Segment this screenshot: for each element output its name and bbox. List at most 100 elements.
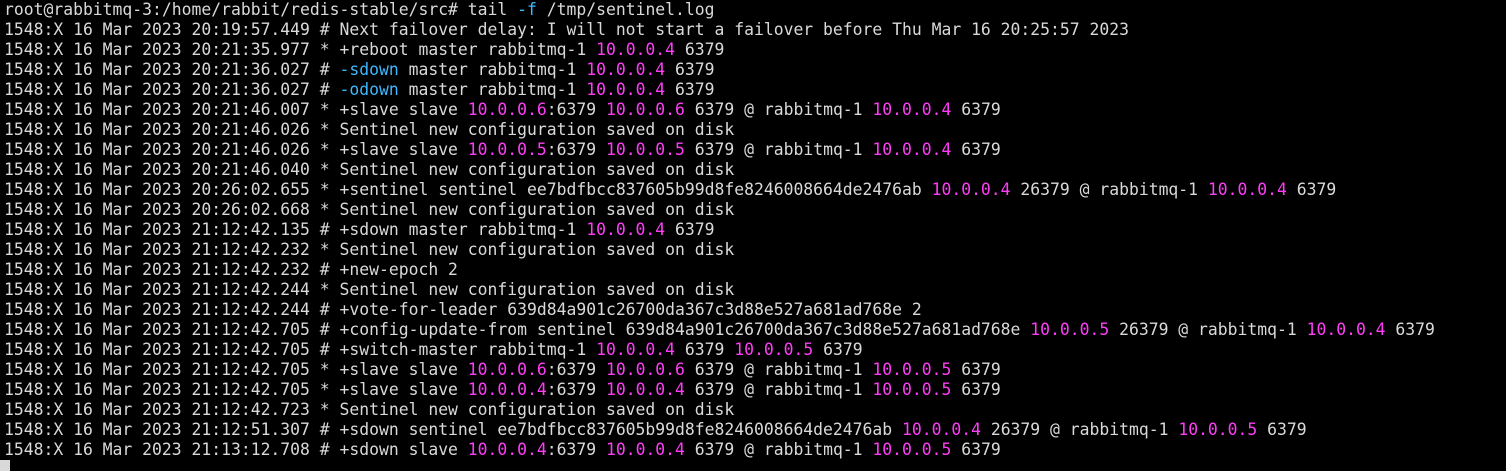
log-line: 1548:X 16 Mar 2023 20:26:02.668 * Sentin… bbox=[4, 200, 1506, 220]
ip-address: 10.0.0.5 bbox=[1030, 320, 1110, 339]
log-line: 1548:X 16 Mar 2023 21:12:42.244 # +vote-… bbox=[4, 300, 1506, 320]
ip-address: 10.0.0.5 bbox=[1178, 420, 1258, 439]
log-line: 1548:X 16 Mar 2023 21:12:42.705 * +slave… bbox=[4, 360, 1506, 380]
ip-address: 10.0.0.6 bbox=[605, 100, 685, 119]
text-segment: 6379 bbox=[951, 360, 1001, 379]
text-segment: 1548:X 16 Mar 2023 21:12:42.244 # +vote-… bbox=[4, 300, 922, 319]
text-segment: 1548:X 16 Mar 2023 21:13:12.708 # +sdown… bbox=[4, 440, 468, 459]
ip-address: 10.0.0.5 bbox=[872, 380, 952, 399]
log-line: 1548:X 16 Mar 2023 20:19:57.449 # Next f… bbox=[4, 20, 1506, 40]
text-segment: 6379 bbox=[665, 80, 715, 99]
log-line: 1548:X 16 Mar 2023 20:21:36.027 # -odown… bbox=[4, 80, 1506, 100]
text-segment: :6379 bbox=[546, 100, 606, 119]
log-line: 1548:X 16 Mar 2023 20:21:35.977 * +reboo… bbox=[4, 40, 1506, 60]
text-segment: 6379 bbox=[1286, 180, 1337, 199]
ip-address: 10.0.0.4 bbox=[1306, 320, 1386, 339]
ip-address: 10.0.0.6 bbox=[605, 360, 685, 379]
text-segment: 1548:X 16 Mar 2023 21:12:42.705 * +slave… bbox=[4, 380, 468, 399]
text-segment: 6379 @ rabbitmq-1 bbox=[684, 360, 873, 379]
text-segment: 6379 bbox=[951, 440, 1001, 459]
text-segment: 26379 @ rabbitmq-1 bbox=[1010, 180, 1208, 199]
text-segment: 1548:X 16 Mar 2023 20:26:02.655 * +senti… bbox=[4, 180, 932, 199]
text-segment: 1548:X 16 Mar 2023 21:12:42.723 * Sentin… bbox=[4, 400, 735, 419]
log-line: 1548:X 16 Mar 2023 20:21:36.027 # -sdown… bbox=[4, 60, 1506, 80]
text-segment: master rabbitmq-1 bbox=[398, 60, 587, 79]
text-segment: 26379 @ rabbitmq-1 bbox=[1109, 320, 1307, 339]
ip-address: 10.0.0.4 bbox=[596, 340, 676, 359]
ip-address: 10.0.0.6 bbox=[467, 360, 547, 379]
text-segment: 6379 @ rabbitmq-1 bbox=[684, 440, 873, 459]
text-segment: 1548:X 16 Mar 2023 21:12:42.135 # +sdown… bbox=[4, 220, 587, 239]
log-line: 1548:X 16 Mar 2023 21:12:42.723 * Sentin… bbox=[4, 400, 1506, 420]
text-segment: 1548:X 16 Mar 2023 20:21:46.026 * Sentin… bbox=[4, 120, 735, 139]
terminal-output[interactable]: root@rabbitmq-3:/home/rabbit/redis-stabl… bbox=[4, 0, 1506, 471]
ip-address: 10.0.0.4 bbox=[931, 180, 1011, 199]
text-segment: 6379 bbox=[1257, 420, 1307, 439]
ip-address: 10.0.0.5 bbox=[734, 340, 814, 359]
log-line: 1548:X 16 Mar 2023 20:21:46.026 * Sentin… bbox=[4, 120, 1506, 140]
ip-address: 10.0.0.4 bbox=[596, 40, 676, 59]
text-segment: 6379 bbox=[951, 140, 1001, 159]
text-segment: 1548:X 16 Mar 2023 20:21:46.040 * Sentin… bbox=[4, 160, 735, 179]
terminal-cursor bbox=[0, 460, 10, 471]
text-segment: :6379 bbox=[546, 440, 606, 459]
text-segment: 1548:X 16 Mar 2023 20:21:36.027 # bbox=[4, 80, 340, 99]
text-segment: 1548:X 16 Mar 2023 21:12:42.705 # +switc… bbox=[4, 340, 597, 359]
log-line: 1548:X 16 Mar 2023 20:21:46.040 * Sentin… bbox=[4, 160, 1506, 180]
log-line: 1548:X 16 Mar 2023 21:12:42.705 * +slave… bbox=[4, 380, 1506, 400]
text-segment: 1548:X 16 Mar 2023 21:12:42.232 # +new-e… bbox=[4, 260, 458, 279]
flag-token: -f bbox=[517, 0, 537, 19]
log-line: 1548:X 16 Mar 2023 21:12:42.232 # +new-e… bbox=[4, 260, 1506, 280]
text-segment: 6379 bbox=[951, 100, 1001, 119]
ip-address: 10.0.0.4 bbox=[467, 440, 547, 459]
log-line: 1548:X 16 Mar 2023 20:21:46.026 * +slave… bbox=[4, 140, 1506, 160]
text-segment: 6379 bbox=[675, 340, 735, 359]
log-line: 1548:X 16 Mar 2023 21:12:42.705 # +switc… bbox=[4, 340, 1506, 360]
ip-address: 10.0.0.4 bbox=[872, 100, 952, 119]
text-segment: :6379 bbox=[546, 140, 606, 159]
log-output: 1548:X 16 Mar 2023 20:19:57.449 # Next f… bbox=[4, 20, 1506, 460]
ip-address: 10.0.0.4 bbox=[467, 380, 547, 399]
text-segment: root@rabbitmq-3:/home/rabbit/redis-stabl… bbox=[4, 0, 518, 19]
ip-address: 10.0.0.4 bbox=[586, 220, 666, 239]
text-segment: 1548:X 16 Mar 2023 20:26:02.668 * Sentin… bbox=[4, 200, 735, 219]
text-segment: 1548:X 16 Mar 2023 20:21:46.007 * +slave… bbox=[4, 100, 468, 119]
ip-address: 10.0.0.6 bbox=[467, 100, 547, 119]
ip-address: 10.0.0.4 bbox=[902, 420, 981, 439]
flag-token: -sdown bbox=[339, 60, 399, 79]
command-prompt: root@rabbitmq-3:/home/rabbit/redis-stabl… bbox=[4, 0, 1506, 20]
ip-address: 10.0.0.4 bbox=[1207, 180, 1287, 199]
text-segment: 1548:X 16 Mar 2023 20:19:57.449 # Next f… bbox=[4, 20, 1129, 39]
text-segment: 6379 @ rabbitmq-1 bbox=[684, 380, 873, 399]
text-segment: /tmp/sentinel.log bbox=[536, 0, 715, 19]
ip-address: 10.0.0.4 bbox=[605, 440, 685, 459]
ip-address: 10.0.0.4 bbox=[586, 80, 666, 99]
log-line: 1548:X 16 Mar 2023 21:12:51.307 # +sdown… bbox=[4, 420, 1506, 440]
text-segment: :6379 bbox=[546, 380, 606, 399]
text-segment: 1548:X 16 Mar 2023 20:21:46.026 * +slave… bbox=[4, 140, 468, 159]
ip-address: 10.0.0.4 bbox=[872, 140, 952, 159]
log-line: 1548:X 16 Mar 2023 20:21:46.007 * +slave… bbox=[4, 100, 1506, 120]
log-line: 1548:X 16 Mar 2023 21:12:42.135 # +sdown… bbox=[4, 220, 1506, 240]
text-segment: 6379 bbox=[675, 40, 725, 59]
ip-address: 10.0.0.5 bbox=[872, 360, 952, 379]
text-segment: 1548:X 16 Mar 2023 20:21:35.977 * +reboo… bbox=[4, 40, 597, 59]
text-segment: 6379 bbox=[1385, 320, 1435, 339]
text-segment: 26379 @ rabbitmq-1 bbox=[980, 420, 1179, 439]
text-segment: 1548:X 16 Mar 2023 21:12:42.705 * +slave… bbox=[4, 360, 468, 379]
ip-address: 10.0.0.4 bbox=[586, 60, 666, 79]
text-segment: 6379 @ rabbitmq-1 bbox=[684, 100, 873, 119]
log-line: 1548:X 16 Mar 2023 21:13:12.708 # +sdown… bbox=[4, 440, 1506, 460]
ip-address: 10.0.0.5 bbox=[872, 440, 952, 459]
text-segment: 6379 bbox=[665, 220, 715, 239]
text-segment: 1548:X 16 Mar 2023 21:12:42.705 # +confi… bbox=[4, 320, 1031, 339]
text-segment: 6379 bbox=[951, 380, 1001, 399]
text-segment: 6379 bbox=[813, 340, 863, 359]
text-segment: 1548:X 16 Mar 2023 21:12:42.232 * Sentin… bbox=[4, 240, 735, 259]
flag-token: -odown bbox=[339, 80, 399, 99]
ip-address: 10.0.0.4 bbox=[605, 380, 685, 399]
log-line: 1548:X 16 Mar 2023 21:12:42.705 # +confi… bbox=[4, 320, 1506, 340]
log-line: 1548:X 16 Mar 2023 20:26:02.655 * +senti… bbox=[4, 180, 1506, 200]
text-segment: 1548:X 16 Mar 2023 21:12:42.244 * Sentin… bbox=[4, 280, 735, 299]
log-line: 1548:X 16 Mar 2023 21:12:42.232 * Sentin… bbox=[4, 240, 1506, 260]
